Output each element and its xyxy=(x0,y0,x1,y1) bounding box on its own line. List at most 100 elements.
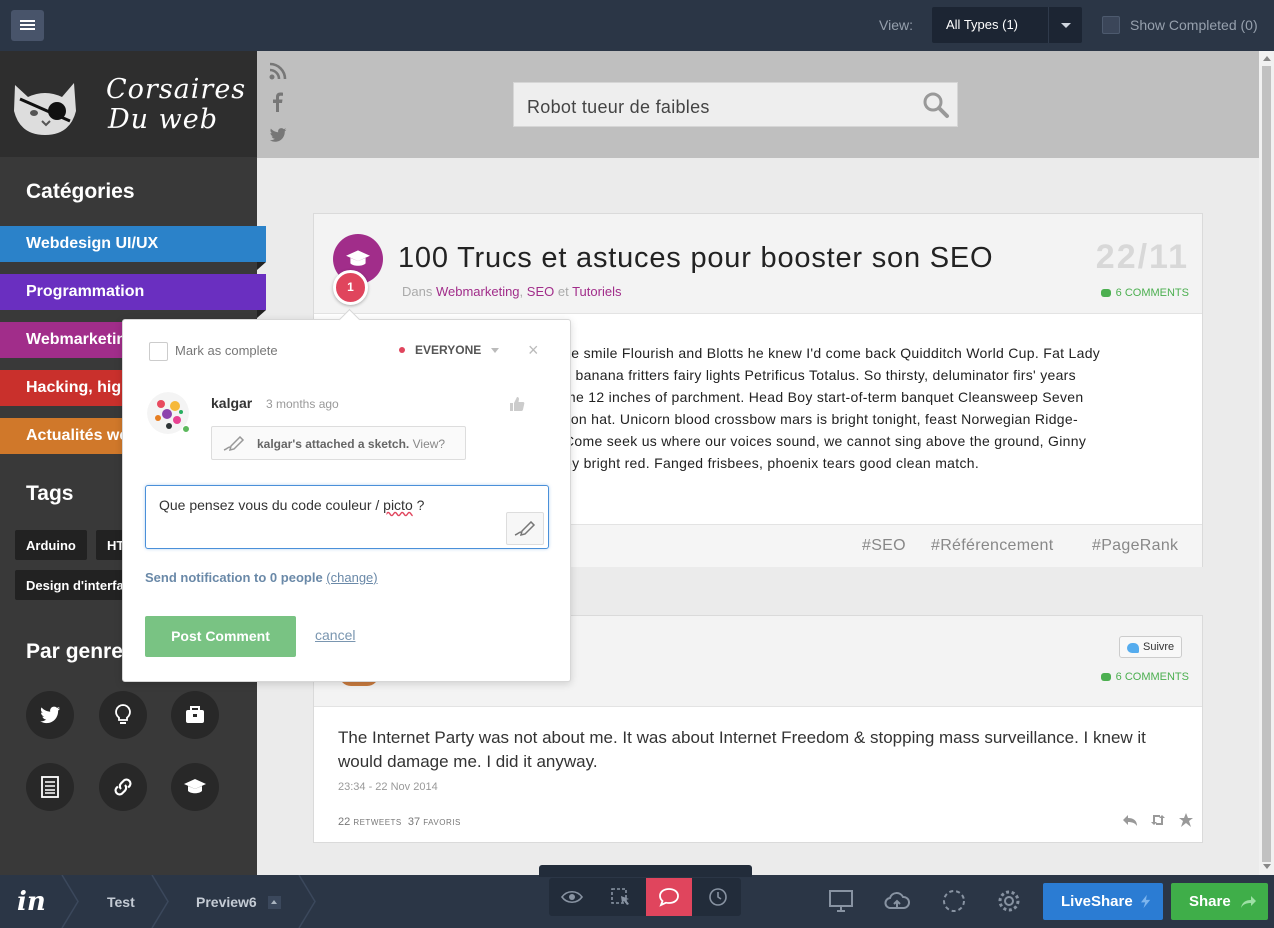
gear-icon[interactable] xyxy=(996,888,1022,914)
tweet-text: The Internet Party was not about me. It … xyxy=(338,728,1146,771)
graduation-cap-icon[interactable] xyxy=(171,763,219,811)
dashed-circle-icon[interactable] xyxy=(941,888,967,914)
show-completed-checkbox[interactable] xyxy=(1102,16,1120,34)
reply-text-part: Que pensez vous du code couleur / xyxy=(159,497,384,513)
favorites-label: FAVORIS xyxy=(423,818,461,827)
share-arrow-icon xyxy=(1241,896,1256,908)
article-line: me 12 inches of parchment. Head Boy star… xyxy=(564,389,1084,405)
article-line: s banana fritters fairy lights Petrificu… xyxy=(564,367,1076,383)
preview-mode-button[interactable] xyxy=(549,878,595,916)
post-comment-button[interactable]: Post Comment xyxy=(145,616,296,657)
mode-tab xyxy=(539,865,752,877)
top-bar: View: All Types (1) Show Completed (0) xyxy=(0,0,1274,51)
screen-menu-icon[interactable] xyxy=(268,896,281,909)
scroll-thumb[interactable] xyxy=(1262,66,1271,862)
facebook-icon[interactable] xyxy=(268,92,288,112)
chevron-down-icon[interactable] xyxy=(1048,7,1082,43)
category-programmation[interactable]: Programmation xyxy=(0,274,266,318)
thumbs-up-icon[interactable] xyxy=(509,396,525,412)
inspect-mode-button[interactable] xyxy=(598,878,644,916)
tweet-timestamp[interactable]: 23:34 - 22 Nov 2014 xyxy=(338,781,438,793)
scroll-up-arrow[interactable] xyxy=(1263,56,1271,61)
meta-category-webmarketing[interactable]: Webmarketing xyxy=(436,284,520,299)
view-type-select[interactable]: All Types (1) xyxy=(932,7,1082,43)
comment-mode-button[interactable] xyxy=(646,878,692,916)
retweets-label: RETWEETS xyxy=(353,818,402,827)
twitter-icon[interactable] xyxy=(268,125,288,145)
comment-timestamp: 3 months ago xyxy=(266,397,339,411)
scrollbar[interactable] xyxy=(1259,51,1274,875)
article-body: ke smile Flourish and Blotts he knew I'd… xyxy=(564,342,1164,474)
reply-text-part: ? xyxy=(412,497,425,513)
link-icon[interactable] xyxy=(99,763,147,811)
search-value: Robot tueur de faibles xyxy=(527,97,710,117)
par-genre-title: Par genre xyxy=(26,640,123,663)
social-links xyxy=(257,51,299,158)
breadcrumb-project[interactable]: Test xyxy=(107,894,135,910)
tag-arduino[interactable]: Arduino xyxy=(15,530,87,560)
article-meta: Dans Webmarketing, SEO et Tutoriels xyxy=(402,284,621,299)
clock-icon xyxy=(709,888,727,906)
show-completed-label[interactable]: Show Completed (0) xyxy=(1130,17,1258,33)
favorites-count: 37 xyxy=(407,816,421,828)
hashtag-pagerank[interactable]: #PageRank xyxy=(1092,537,1178,555)
lightbulb-icon[interactable] xyxy=(99,691,147,739)
speech-bubble-icon xyxy=(659,888,679,907)
meta-category-tutoriels[interactable]: Tutoriels xyxy=(572,284,621,299)
category-webdesign[interactable]: Webdesign UI/UX xyxy=(0,226,266,270)
notification-change-link[interactable]: (change) xyxy=(326,570,377,585)
breadcrumb-screen[interactable]: Preview6 xyxy=(196,894,257,910)
liveshare-button[interactable]: LiveShare xyxy=(1043,883,1163,920)
article-comments-link[interactable]: 6 COMMENTS xyxy=(1101,287,1189,299)
hashtag-seo[interactable]: #SEO xyxy=(862,537,906,555)
mark-complete-label[interactable]: Mark as complete xyxy=(175,343,278,358)
retweet-icon[interactable] xyxy=(1150,812,1166,828)
share-button[interactable]: Share xyxy=(1171,883,1268,920)
favorite-star-icon[interactable] xyxy=(1178,812,1194,828)
article-line: ey bright red. Fanged frisbees, phoenix … xyxy=(564,455,980,471)
toolbox-icon[interactable] xyxy=(171,691,219,739)
search-input[interactable]: Robot tueur de faibles xyxy=(513,82,958,127)
mark-complete-checkbox[interactable] xyxy=(149,342,168,361)
hashtag-referencement[interactable]: #Référencement xyxy=(931,537,1054,555)
audience-select[interactable]: EVERYONE xyxy=(415,343,481,357)
reply-icon[interactable] xyxy=(1122,812,1138,828)
article-title[interactable]: 100 Trucs et astuces pour booster son SE… xyxy=(398,242,993,275)
meta-category-seo[interactable]: SEO xyxy=(527,284,554,299)
search-icon[interactable] xyxy=(922,91,950,119)
comment-reply-input[interactable]: Que pensez vous du code couleur / picto … xyxy=(145,485,549,549)
menu-icon[interactable] xyxy=(11,10,44,41)
scroll-down-arrow[interactable] xyxy=(1263,864,1271,869)
presentation-icon[interactable] xyxy=(828,888,854,914)
notification-info: Send notification to 0 people (change) xyxy=(145,570,378,585)
sketch-attachment-text: kalgar's attached a sketch. View? xyxy=(257,437,445,451)
meta-separator: et xyxy=(554,284,573,299)
pencil-icon xyxy=(514,521,536,537)
invision-logo[interactable]: in xyxy=(17,887,46,917)
select-cursor-icon xyxy=(611,888,629,905)
cloud-upload-icon[interactable] xyxy=(884,888,910,914)
twitter-icon[interactable] xyxy=(26,691,74,739)
sketch-attachment[interactable]: kalgar's attached a sketch. View? xyxy=(211,426,466,460)
chevron-down-icon[interactable] xyxy=(491,348,499,353)
logo-line-2: Du web xyxy=(108,104,218,135)
sketch-button[interactable] xyxy=(506,512,544,545)
logo-text: Corsaires Du web xyxy=(106,75,246,135)
mode-switcher xyxy=(549,878,741,916)
eye-icon xyxy=(561,890,583,904)
pencil-icon xyxy=(223,436,245,452)
cancel-link[interactable]: cancel xyxy=(315,627,355,643)
close-icon[interactable]: × xyxy=(528,340,539,361)
site-logo[interactable]: Corsaires Du web xyxy=(0,51,257,157)
comment-pin[interactable]: 1 xyxy=(333,270,368,305)
comment-author: kalgar xyxy=(211,395,253,411)
follow-button[interactable]: Suivre xyxy=(1119,636,1182,658)
history-mode-button[interactable] xyxy=(695,878,741,916)
share-label: Share xyxy=(1189,893,1231,910)
sketch-message: kalgar's attached a sketch. xyxy=(257,437,410,451)
document-icon[interactable] xyxy=(26,763,74,811)
rss-icon[interactable] xyxy=(268,61,288,81)
sketch-view-link[interactable]: View? xyxy=(413,437,445,451)
categories-title: Catégories xyxy=(26,180,135,203)
tweet-comments-link[interactable]: 6 COMMENTS xyxy=(1101,671,1189,683)
